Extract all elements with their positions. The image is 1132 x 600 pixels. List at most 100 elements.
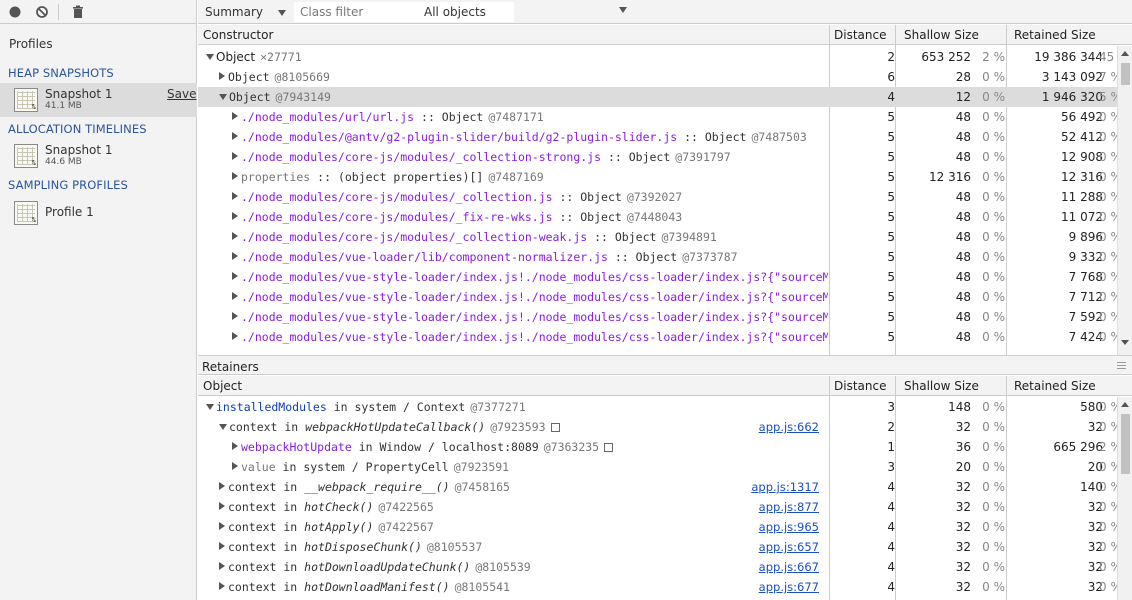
name-cell: Object @7943149 — [198, 90, 828, 104]
expand-closed-icon[interactable] — [219, 522, 225, 530]
source-link[interactable]: app.js:667 — [759, 560, 819, 574]
expand-closed-icon[interactable] — [232, 312, 238, 320]
shallow-percent-cell: 0 % — [982, 540, 1005, 554]
expand-closed-icon[interactable] — [232, 332, 238, 340]
expand-open-icon[interactable] — [206, 404, 214, 410]
expand-closed-icon[interactable] — [232, 232, 238, 240]
save-link[interactable]: Save — [167, 87, 196, 101]
distance-cell: 4 — [887, 540, 895, 554]
retained-percent-cell: 0 % — [1099, 190, 1122, 204]
object-type: :: Object — [552, 190, 622, 204]
retained-size-cell: 11 072 — [1061, 210, 1103, 224]
table-row[interactable]: ./node_modules/core-js/modules/_fix-re-w… — [198, 207, 1132, 227]
table-row[interactable]: properties :: (object properties)[] @7487… — [198, 167, 1132, 187]
profile-item-profile-1[interactable]: % Profile 1 — [0, 196, 197, 230]
table-row[interactable]: Object @8105669 6 28 0 % 3 143 092 7 % — [198, 67, 1132, 87]
table-row[interactable]: context in hotDownloadUpdateChunk() @8105… — [198, 557, 1132, 577]
table-row[interactable]: ./node_modules/url/url.js :: Object @7487… — [198, 107, 1132, 127]
resize-grip-icon[interactable] — [1117, 362, 1126, 369]
source-link[interactable]: app.js:877 — [759, 500, 819, 514]
col-distance[interactable]: Distance — [834, 28, 886, 42]
table-row[interactable]: ./node_modules/vue-style-loader/index.js… — [198, 307, 1132, 327]
table-row[interactable]: context in hotDownloadManifest() @8105541… — [198, 577, 1132, 597]
distance-cell: 5 — [887, 290, 895, 304]
shallow-percent-cell: 0 % — [982, 270, 1005, 284]
table-row[interactable]: context in hotApply() @7422567 app.js:965 4… — [198, 517, 1132, 537]
col-shallow-size[interactable]: Shallow Size — [904, 379, 979, 393]
scroll-up-icon[interactable] — [1121, 51, 1129, 56]
record-icon[interactable] — [8, 5, 22, 19]
col-shallow-size[interactable]: Shallow Size — [904, 28, 979, 42]
source-link[interactable]: app.js:1317 — [751, 480, 819, 494]
expand-closed-icon[interactable] — [232, 292, 238, 300]
table-row[interactable]: ./node_modules/core-js/modules/_collecti… — [198, 147, 1132, 167]
table-row[interactable]: ./node_modules/vue-style-loader/index.js… — [198, 267, 1132, 287]
distance-cell: 5 — [887, 310, 895, 324]
reveal-box-icon[interactable] — [550, 423, 560, 432]
object-name: value — [241, 460, 276, 474]
table-row[interactable]: ./node_modules/core-js/modules/_collecti… — [198, 187, 1132, 207]
table-row[interactable]: context in hotDisposeChunk() @8105537 app.… — [198, 537, 1132, 557]
reveal-box-icon[interactable] — [604, 443, 614, 452]
object-type: :: (object properties)[] — [310, 170, 484, 184]
scroll-down-icon[interactable] — [1121, 340, 1129, 345]
expand-closed-icon[interactable] — [232, 252, 238, 260]
heap-scrollbar[interactable] — [1117, 46, 1132, 355]
source-link[interactable]: app.js:965 — [759, 520, 819, 534]
expand-closed-icon[interactable] — [219, 582, 225, 590]
col-constructor[interactable]: Constructor — [203, 28, 273, 42]
table-row[interactable]: value in system / PropertyCell @7923591 3 2… — [198, 457, 1132, 477]
view-select[interactable]: Summary — [205, 5, 263, 19]
table-row[interactable]: ./node_modules/@antv/g2-plugin-slider/bu… — [198, 127, 1132, 147]
expand-closed-icon[interactable] — [219, 562, 225, 570]
table-row[interactable]: Object @7943149 4 12 0 % 1 946 320 5 % — [198, 87, 1132, 107]
table-row[interactable]: webpackHotUpdate in Window / localhost:8… — [198, 437, 1132, 457]
profile-item-allocation-snapshot-1[interactable]: % Snapshot 1 44.6 MB — [0, 139, 197, 173]
table-row[interactable]: context in hotCheck() @7422565 app.js:877 4… — [198, 497, 1132, 517]
scroll-thumb[interactable] — [1121, 414, 1130, 474]
expand-closed-icon[interactable] — [232, 442, 238, 450]
expand-closed-icon[interactable] — [219, 482, 225, 490]
table-row[interactable]: ./node_modules/core-js/modules/_collecti… — [198, 227, 1132, 247]
expand-open-icon[interactable] — [206, 54, 214, 60]
expand-closed-icon[interactable] — [232, 462, 238, 470]
expand-closed-icon[interactable] — [219, 502, 225, 510]
snapshot-icon: % — [14, 144, 38, 168]
table-row[interactable]: ./node_modules/vue-style-loader/index.js… — [198, 327, 1132, 347]
table-row[interactable]: ./node_modules/vue-style-loader/index.js… — [198, 287, 1132, 307]
col-object[interactable]: Object — [203, 379, 242, 393]
table-row[interactable]: Object ×27771 2 653 252 2 % 19 386 344 45 % — [198, 47, 1132, 67]
object-id: @8105541 — [454, 580, 510, 594]
table-row[interactable]: context in webpackHotUpdateCallback() @79… — [198, 417, 1132, 437]
expand-closed-icon[interactable] — [219, 72, 225, 80]
expand-closed-icon[interactable] — [232, 112, 238, 120]
scroll-up-icon[interactable] — [1121, 402, 1129, 407]
expand-closed-icon[interactable] — [232, 272, 238, 280]
expand-closed-icon[interactable] — [219, 542, 225, 550]
col-distance[interactable]: Distance — [834, 379, 886, 393]
profile-item-snapshot-1[interactable]: % Snapshot 1 41.1 MB Save — [0, 83, 197, 117]
source-link[interactable]: app.js:657 — [759, 540, 819, 554]
expand-closed-icon[interactable] — [232, 192, 238, 200]
col-retained-size[interactable]: Retained Size — [1014, 379, 1096, 393]
expand-open-icon[interactable] — [219, 424, 227, 430]
expand-closed-icon[interactable] — [232, 212, 238, 220]
col-retained-size[interactable]: Retained Size — [1014, 28, 1096, 42]
retained-size-cell: 3 143 092 — [1041, 70, 1103, 84]
expand-open-icon[interactable] — [219, 94, 227, 100]
table-row[interactable]: ./node_modules/vue-loader/lib/component-… — [198, 247, 1132, 267]
object-id: ×27771 — [260, 50, 302, 64]
source-link[interactable]: app.js:677 — [759, 580, 819, 594]
expand-closed-icon[interactable] — [232, 172, 238, 180]
trash-icon[interactable] — [71, 5, 85, 19]
clear-icon[interactable] — [35, 5, 49, 19]
retainers-scrollbar[interactable] — [1117, 397, 1132, 600]
scroll-thumb[interactable] — [1121, 63, 1130, 85]
object-name: hotCheck() — [304, 500, 374, 514]
table-row[interactable]: context in __webpack_require__() @7458165… — [198, 477, 1132, 497]
source-link[interactable]: app.js:662 — [759, 420, 819, 434]
expand-closed-icon[interactable] — [232, 132, 238, 140]
table-row[interactable]: installedModules in system / Context @737… — [198, 397, 1132, 417]
retainer-edge-label: context in — [229, 420, 306, 434]
expand-closed-icon[interactable] — [232, 152, 238, 160]
